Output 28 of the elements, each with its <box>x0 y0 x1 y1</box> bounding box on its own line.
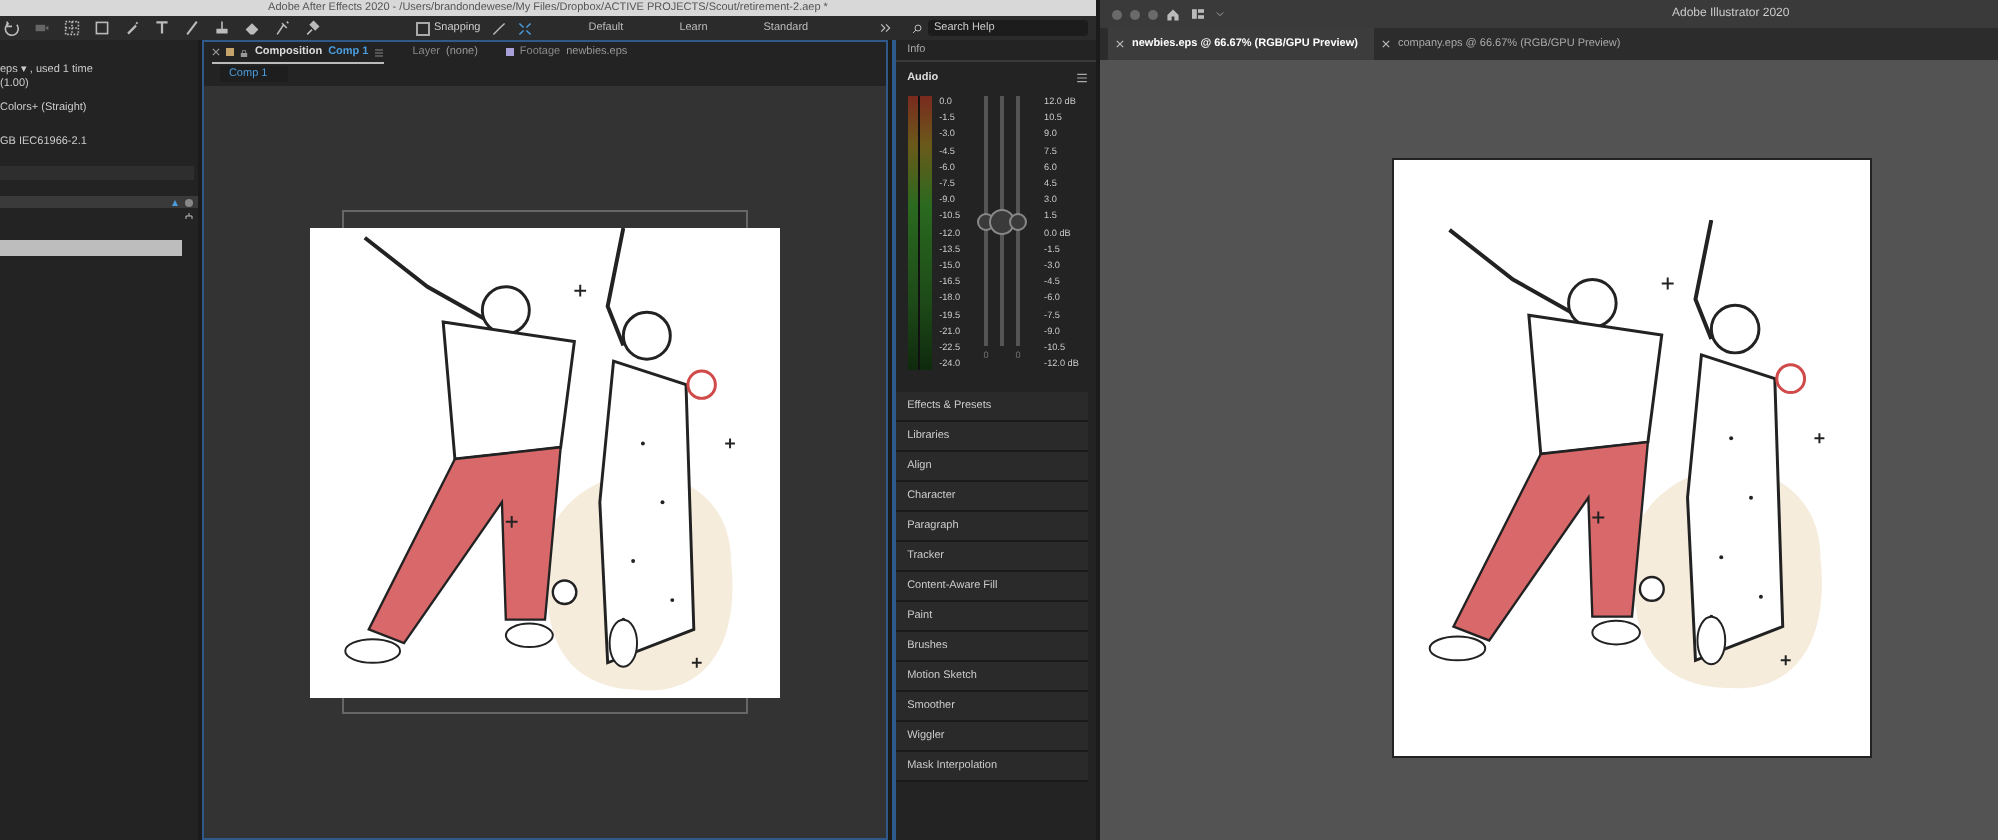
slider-thumb[interactable] <box>1009 212 1028 230</box>
home-icon[interactable] <box>1166 7 1180 21</box>
rectangle-icon[interactable] <box>94 20 110 36</box>
lock-icon[interactable] <box>240 47 249 57</box>
stamp-icon[interactable] <box>214 20 230 36</box>
tag-icon[interactable] <box>184 197 195 207</box>
close-icon[interactable] <box>1116 40 1124 48</box>
close-icon[interactable] <box>1381 40 1390 48</box>
caret-icon[interactable] <box>1216 10 1224 18</box>
roto-brush-icon[interactable] <box>274 20 290 36</box>
slider-thumb[interactable] <box>989 208 1016 234</box>
layout-icon[interactable] <box>1188 8 1208 20</box>
rotate-icon[interactable] <box>4 20 20 36</box>
more-icon[interactable] <box>880 22 893 34</box>
close-icon[interactable] <box>212 48 221 56</box>
eraser-icon[interactable] <box>244 20 260 36</box>
pin-icon[interactable] <box>304 20 320 36</box>
menu-icon[interactable] <box>1076 72 1088 84</box>
grid-icon[interactable] <box>64 20 80 36</box>
sort-arrow-icon[interactable] <box>170 199 181 205</box>
hierarchy-icon[interactable] <box>184 212 195 222</box>
search-icon <box>912 23 922 33</box>
camera-icon[interactable] <box>34 20 50 36</box>
pen-icon[interactable] <box>124 20 140 36</box>
snap-options-icon[interactable] <box>492 21 507 35</box>
expand-icon[interactable] <box>518 21 533 35</box>
type-icon[interactable] <box>154 20 170 36</box>
brush-icon[interactable] <box>184 20 200 36</box>
